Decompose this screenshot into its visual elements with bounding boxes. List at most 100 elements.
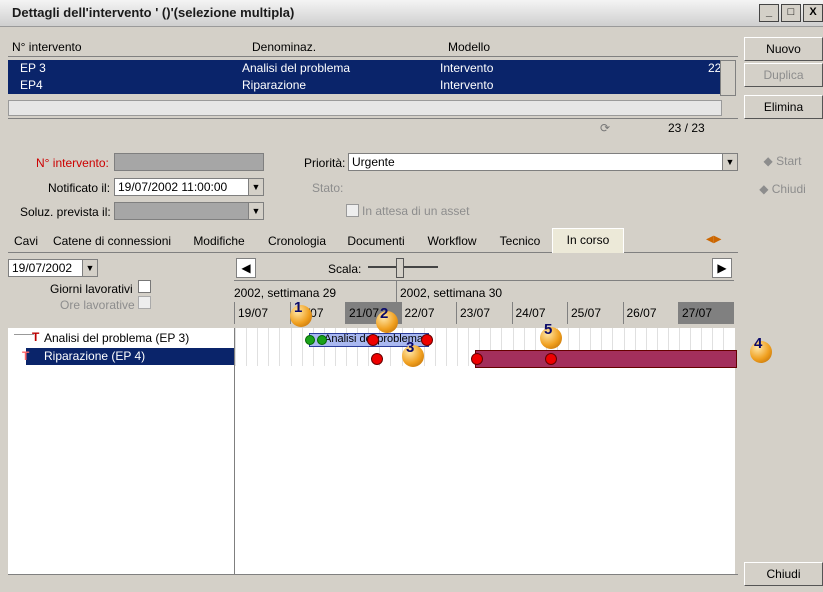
tab-cronologia[interactable]: Cronologia [258,230,337,252]
attesa-checkbox[interactable] [346,204,359,217]
day-label: 23/07 [460,306,491,320]
milestone-marker[interactable] [367,334,379,346]
gantt-gridline [290,328,292,366]
gantt-gridline [279,328,281,366]
gantt-gridline [301,328,303,366]
priorita-label: Priorità: [304,156,346,170]
day-header-cell: 24/07 [511,302,567,324]
list-header: N° intervento Denominaz. Modello [8,36,738,57]
callout-4: 4 [750,335,772,363]
callout-2: 2 [376,305,398,333]
week-30-label: 2002, settimana 30 [400,286,503,300]
gantt-gridline [235,328,236,366]
day-label: 24/07 [515,306,546,320]
scroll-left-button[interactable]: ◀ [236,258,256,278]
planning-date-value: 19/07/2002 [12,261,73,275]
scala-label: Scala: [328,262,362,276]
list-hscrollbar[interactable] [8,100,722,116]
task-label-ep4: Riparazione (EP 4) [44,349,146,363]
day-label: 22/07 [404,306,435,320]
start-button[interactable]: ◆ Start [744,150,821,172]
elimina-button[interactable]: Elimina [744,95,823,119]
soluz-label: Soluz. prevista il: [20,205,111,219]
table-row[interactable]: EP4 Riparazione Intervento [8,77,720,94]
milestone-marker[interactable] [371,353,383,365]
planning-date-select[interactable]: 19/07/2002 ▼ [8,259,98,277]
chevron-down-icon[interactable]: ▼ [248,179,263,195]
tab-catene[interactable]: Catene di connessioni [44,230,181,252]
task-list: T Analisi del problema (EP 3) T Riparazi… [8,328,235,574]
close-button[interactable]: X [803,4,823,22]
notificato-field[interactable]: 19/07/2002 11:00:00 ▼ [114,178,264,196]
record-counter: 23 / 23 [668,121,705,135]
tab-cavi[interactable]: Cavi [8,230,45,252]
day-header-cell: 22/07 [400,302,456,324]
tab-documenti[interactable]: Documenti [336,230,417,252]
tab-in-corso[interactable]: In corso [552,228,624,253]
row-modello: Intervento [440,61,494,75]
row-numero: EP 3 [20,61,46,75]
gantt-area[interactable]: Analisi del problema [234,328,737,574]
list-vscrollbar[interactable] [720,60,736,96]
row-denominazione: Riparazione [242,78,307,92]
task-row-ep4[interactable]: T Riparazione (EP 4) [22,348,234,365]
table-row[interactable]: EP 3 Analisi del problema Intervento 22 [8,60,721,77]
milestone-marker[interactable] [421,334,433,346]
attesa-label: In attesa di un asset [362,204,470,218]
tab-tecnico[interactable]: Tecnico [488,230,553,252]
tab-scroll-arrows-icon[interactable]: ◀▶ [706,234,732,248]
day-label: 25/07 [571,306,602,320]
gantt-gridline [246,328,248,366]
gantt-gridline [434,328,436,366]
chevron-down-icon[interactable]: ▼ [82,260,97,276]
bottom-border [8,574,738,575]
ore-lavorative-label: Ore lavorative [60,298,135,312]
tab-workflow[interactable]: Workflow [416,230,489,252]
n-intervento-field[interactable] [114,153,264,171]
minimize-button[interactable]: _ [759,4,779,22]
callout-5: 5 [540,321,562,349]
list-status-bar: ⟳ 23 / 23 [8,118,738,137]
title-bar: Dettagli dell'intervento ' ()'(selezione… [0,0,823,27]
tab-modifiche[interactable]: Modifiche [180,230,259,252]
col-header-modello[interactable]: Modello [448,40,490,54]
hammer-icon: T [32,330,40,344]
hammer-icon: T [22,349,30,363]
start-marker[interactable] [305,335,315,345]
priorita-value: Urgente [352,155,395,169]
giorni-lavorativi-checkbox[interactable] [138,280,151,293]
col-header-numero[interactable]: N° intervento [12,40,82,54]
day-label: 19/07 [238,306,269,320]
chiudi-top-button[interactable]: ◆ Chiudi [744,178,821,200]
scroll-right-button[interactable]: ▶ [712,258,732,278]
window-controls: _ □ X [759,4,823,22]
gantt-gridline [457,328,458,366]
task-label-ep3[interactable]: Analisi del problema (EP 3) [44,331,189,345]
day-header-cell: 23/07 [456,302,512,324]
duplica-button[interactable]: Duplica [744,63,823,87]
chevron-down-icon[interactable]: ▼ [722,154,737,170]
day-header-cell: 26/07 [622,302,678,324]
maximize-button[interactable]: □ [781,4,801,22]
ore-lavorative-checkbox[interactable] [138,296,151,309]
day-label: 21/07 [349,306,380,320]
row-modello: Intervento [440,78,494,92]
refresh-icon[interactable]: ⟳ [600,121,610,135]
callout-1: 1 [290,299,312,327]
chevron-down-icon[interactable]: ▼ [248,203,263,219]
start-marker[interactable] [317,335,327,345]
day-header-cell: 25/07 [567,302,623,324]
gantt-bar-ep4[interactable] [475,350,737,368]
milestone-marker[interactable] [471,353,483,365]
nuovo-button[interactable]: Nuovo [744,37,823,61]
col-header-denominazione[interactable]: Denominaz. [252,40,316,54]
priorita-select[interactable]: Urgente ▼ [348,153,738,171]
scale-slider-thumb[interactable] [396,258,404,278]
soluz-field[interactable]: ▼ [114,202,264,220]
start-icon: ◆ [763,154,773,168]
n-intervento-label: N° intervento: [36,156,109,170]
window-title: Dettagli dell'intervento ' ()'(selezione… [12,5,295,20]
chiudi-bottom-button[interactable]: Chiudi [744,562,823,586]
milestone-marker[interactable] [545,353,557,365]
giorni-lavorativi-label: Giorni lavorativi [50,282,133,296]
